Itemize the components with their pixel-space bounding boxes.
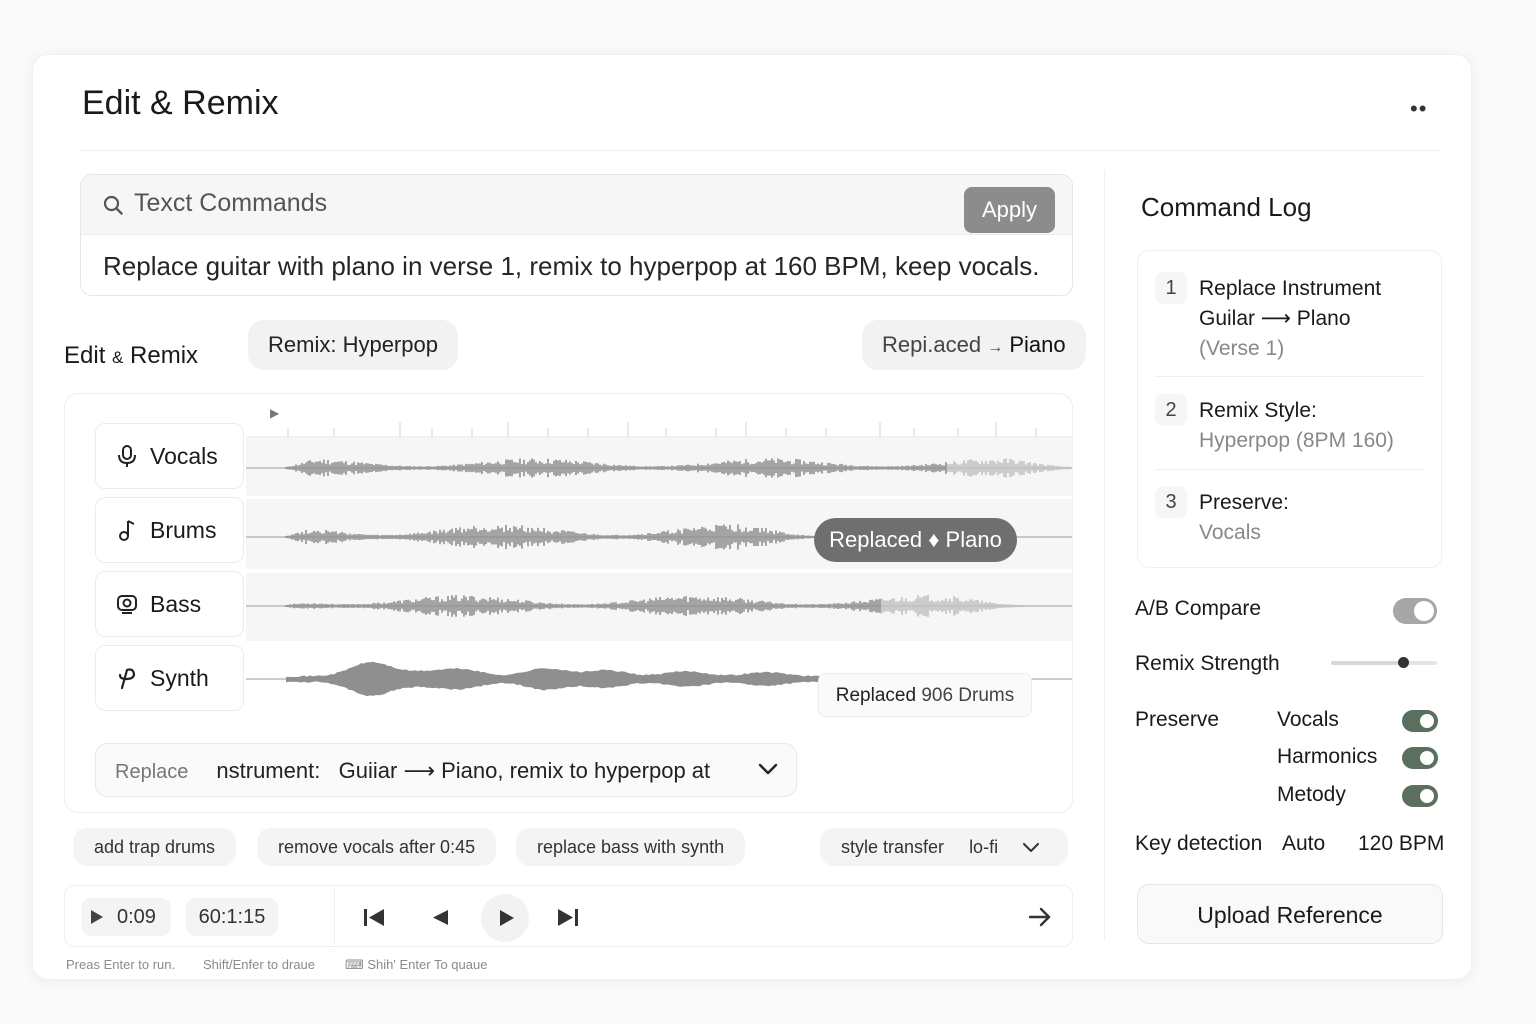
preserve-item-label: Metody (1277, 783, 1346, 806)
arrow-right-icon[interactable] (1029, 907, 1051, 927)
hint-shift: Shift/Enfer to draue (203, 957, 316, 972)
preserve-item-label: Vocals (1277, 708, 1339, 731)
ab-compare-label: A/B Compare (1135, 597, 1262, 620)
log-line-sub: Vocals (1199, 521, 1261, 544)
remix-strength-label: Remix Strength (1135, 652, 1280, 675)
replaced-chip-value: Piano (1009, 332, 1066, 357)
track-name: Bass (150, 590, 202, 617)
play-icon (500, 910, 514, 926)
style-transfer-value: lo-fi (969, 837, 999, 857)
column-divider (1104, 170, 1105, 940)
hint-run: Preas Enter to run. (66, 957, 176, 972)
log-number: 3 (1155, 486, 1187, 518)
preserve-item-label: Harmonics (1277, 745, 1378, 768)
log-line-sub: (Verse 1) (1199, 337, 1285, 360)
dropdown-muted-label: Replace (115, 761, 189, 783)
hint-queue: ⌨ Shih' Enter To quaue (345, 957, 487, 973)
play-small-icon (91, 910, 103, 924)
total-time: 60:1:15 (186, 898, 278, 936)
editor-title: Edit & Remix (64, 342, 198, 370)
key-detection-value[interactable]: Auto (1282, 832, 1325, 856)
current-time-text: 0:09 (117, 906, 156, 928)
arrow-right-icon: → (987, 339, 1004, 356)
transport-divider (334, 889, 335, 945)
page-title: Edit & Remix (82, 84, 279, 122)
skip-back-icon[interactable] (363, 908, 385, 927)
suggestion-chip[interactable]: remove vocals after 0:45 (257, 828, 497, 866)
chevron-down-icon (1023, 843, 1040, 852)
log-line-sub: Hyperpop (8PM 160) (1199, 429, 1394, 452)
suggestion-chip[interactable]: replace bass with synth (516, 828, 746, 866)
text-command-box: Texct Commands Apply Replace guitar with… (80, 174, 1073, 296)
replaced-piano-badge: Replaced ♦ Plano (814, 518, 1017, 562)
music-note-icon (119, 520, 135, 541)
suggestion-chip[interactable]: add trap drums (73, 828, 237, 866)
track-bass[interactable]: Bass (95, 571, 244, 637)
track-name: Synth (150, 664, 209, 691)
replaced-chip[interactable]: Repi.aced → Piano (862, 320, 1086, 370)
log-divider (1155, 469, 1425, 470)
track-brums[interactable]: Brums (95, 497, 244, 563)
track-name: Vocals (150, 442, 218, 469)
text-command-header: Texct Commands Apply (81, 175, 1072, 235)
play-button[interactable] (481, 894, 529, 942)
slider-thumb[interactable] (1398, 657, 1410, 668)
search-icon (103, 195, 123, 215)
remix-strength-slider[interactable] (1331, 657, 1437, 668)
command-input[interactable]: Replace guitar with plano in verse 1, re… (103, 251, 1040, 282)
command-log-title: Command Log (1141, 192, 1312, 222)
track-synth[interactable]: Synth (95, 645, 244, 711)
log-number: 1 (1155, 272, 1187, 304)
preserve-vocals-toggle[interactable] (1402, 710, 1438, 732)
badge-detail: 906 Drums (921, 685, 1015, 706)
editor-title-b: Remix (130, 342, 199, 369)
replaced-chip-prefix: Repi.aced (882, 332, 982, 357)
bpm-value[interactable]: 120 BPM (1358, 832, 1444, 856)
more-options-icon[interactable]: •• (1410, 96, 1427, 122)
upload-reference-button[interactable]: Upload Reference (1137, 884, 1443, 944)
synth-icon (118, 668, 136, 690)
preserve-label: Preserve (1135, 708, 1220, 731)
waveform-shape (286, 661, 826, 697)
log-number: 2 (1155, 394, 1187, 426)
log-line: Remix Style: (1199, 399, 1317, 422)
log-line: Guilar ⟶ Plano (1199, 307, 1351, 330)
log-divider (1155, 376, 1425, 377)
waveform-bass[interactable] (246, 581, 1072, 631)
apply-button[interactable]: Apply (964, 187, 1055, 233)
key-detection-label: Key detection (1135, 832, 1263, 855)
dropdown-instrument-label: nstrument: (216, 758, 321, 783)
badge-strong: Replaced (835, 685, 917, 706)
current-time[interactable]: 0:09 (81, 898, 171, 936)
remix-style-chip[interactable]: Remix: Hyperpop (248, 320, 458, 370)
speaker-icon (117, 595, 137, 614)
track-name: Brums (150, 516, 217, 543)
chevron-down-icon (758, 763, 778, 775)
header-divider (80, 150, 1440, 151)
hint-queue-text: Shih' Enter To quaue (367, 957, 488, 972)
ab-compare-toggle[interactable] (1393, 598, 1437, 624)
keyboard-icon: ⌨ (345, 957, 364, 972)
editor-title-a: Edit (64, 342, 106, 369)
waveform-vocals[interactable] (246, 443, 1072, 493)
style-transfer-select[interactable]: style transfer lo-fi (820, 828, 1068, 866)
dropdown-text: Guiiar ⟶ Piano, remix to hyperpop at (338, 758, 711, 783)
command-history-dropdown[interactable]: Replace nstrument: Guiiar ⟶ Piano, remix … (95, 743, 797, 797)
text-commands-label: Texct Commands (134, 189, 328, 217)
preserve-melody-toggle[interactable] (1402, 785, 1438, 807)
log-line: Preserve: (1199, 491, 1289, 514)
playhead-marker-icon[interactable]: ▶ (270, 406, 279, 420)
timeline-ruler[interactable] (246, 420, 1072, 438)
remix-chip-prefix: Remix: (268, 332, 337, 357)
preserve-harmonics-toggle[interactable] (1402, 747, 1438, 769)
editor-title-amp: & (112, 348, 124, 367)
track-vocals[interactable]: Vocals (95, 423, 244, 489)
remix-chip-value: Hyperpop (342, 332, 438, 357)
replaced-drums-badge: Replaced 906 Drums (818, 673, 1032, 717)
skip-forward-icon[interactable] (557, 908, 579, 927)
microphone-icon (118, 445, 136, 467)
log-line: Replace Instrument (1199, 277, 1382, 300)
step-back-icon[interactable] (431, 909, 449, 926)
style-transfer-label: style transfer (841, 837, 945, 857)
